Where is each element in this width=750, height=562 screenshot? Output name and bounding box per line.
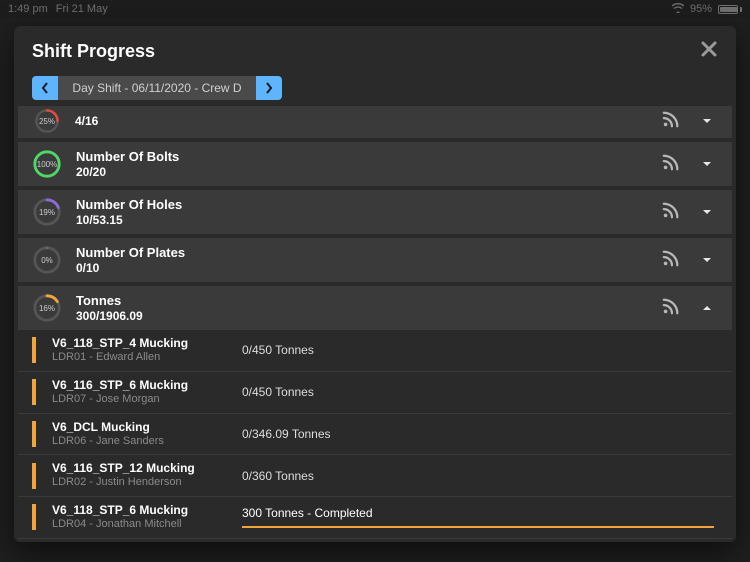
progress-ring: 16%: [32, 293, 62, 323]
task-operator: LDR01 - Edward Allen: [52, 351, 242, 365]
battery-pct: 95%: [690, 3, 712, 15]
close-button[interactable]: [700, 40, 718, 62]
task-title: V6_116_STP_6 Mucking: [52, 378, 242, 393]
progress-ring: 100%: [32, 149, 62, 179]
metric-title: Tonnes: [76, 293, 662, 309]
metric-value: 20/20: [76, 165, 662, 179]
task-status-bar: [32, 379, 36, 405]
page-title: Shift Progress: [32, 41, 155, 62]
battery-fill: [720, 7, 737, 12]
task-title: V6_DCL Mucking: [52, 420, 242, 435]
task-value: 0/450 Tonnes: [242, 343, 714, 357]
task-operator: LDR04 - Jonathan Mitchell: [52, 518, 242, 532]
metric-row-m0[interactable]: 25% 4/16: [18, 106, 732, 138]
metric-value: 10/53.15: [76, 213, 662, 227]
metric-value: 0/10: [76, 261, 662, 275]
status-bar: 1:49 pm Fri 21 May 95%: [0, 0, 750, 18]
expand-button[interactable]: [700, 114, 714, 128]
metrics-list: 25% 4/16 100% Number Of Bolts 20/20: [14, 106, 736, 542]
metric-value: 300/1906.09: [76, 309, 662, 323]
tasks-list: V6_118_STP_4 Mucking LDR01 - Edward Alle…: [18, 330, 732, 539]
task-row[interactable]: V6_DCL Mucking LDR06 - Jane Sanders 0/34…: [18, 414, 732, 456]
metric-title: Number Of Holes: [76, 197, 662, 213]
expand-button[interactable]: [700, 157, 714, 171]
next-shift-button[interactable]: [256, 76, 282, 100]
task-progress-bar: [242, 526, 714, 528]
prev-shift-button[interactable]: [32, 76, 58, 100]
progress-pct: 25%: [34, 108, 60, 134]
task-operator: LDR02 - Justin Henderson: [52, 476, 242, 490]
task-title: V6_116_STP_12 Mucking: [52, 461, 242, 476]
task-value: 0/360 Tonnes: [242, 469, 714, 483]
task-value: 0/346.09 Tonnes: [242, 427, 714, 441]
metric-value: 4/16: [75, 114, 662, 128]
task-title: V6_118_STP_4 Mucking: [52, 336, 242, 351]
task-operator: LDR06 - Jane Sanders: [52, 435, 242, 449]
task-status-bar: [32, 463, 36, 489]
expand-button[interactable]: [700, 253, 714, 267]
metric-title: Number Of Plates: [76, 245, 662, 261]
progress-pct: 0%: [32, 245, 62, 275]
progress-pct: 100%: [32, 149, 62, 179]
shift-selector: Day Shift - 06/11/2020 - Crew D: [32, 76, 282, 100]
task-status-bar: [32, 504, 36, 530]
task-value: 0/450 Tonnes: [242, 385, 714, 399]
task-title: V6_118_STP_6 Mucking: [52, 503, 242, 518]
progress-ring: 0%: [32, 245, 62, 275]
task-row[interactable]: V6_116_STP_12 Mucking LDR02 - Justin Hen…: [18, 455, 732, 497]
battery-icon: [718, 5, 742, 14]
broadcast-icon[interactable]: [662, 249, 680, 272]
collapse-button[interactable]: [700, 301, 714, 315]
status-date: Fri 21 May: [56, 3, 108, 15]
wifi-icon: [672, 3, 684, 16]
status-time: 1:49 pm: [8, 3, 48, 15]
metric-title: Number Of Bolts: [76, 149, 662, 165]
progress-ring: 25%: [34, 108, 60, 134]
task-value: 300 Tonnes - Completed: [242, 506, 714, 520]
task-status-bar: [32, 337, 36, 363]
expand-button[interactable]: [700, 205, 714, 219]
progress-pct: 19%: [32, 197, 62, 227]
progress-ring: 19%: [32, 197, 62, 227]
broadcast-icon[interactable]: [662, 153, 680, 176]
broadcast-icon[interactable]: [662, 110, 680, 133]
task-row[interactable]: V6_118_STP_6 Mucking LDR04 - Jonathan Mi…: [18, 497, 732, 539]
metric-row-m4[interactable]: 16% Tonnes 300/1906.09: [18, 286, 732, 330]
metric-row-m1[interactable]: 100% Number Of Bolts 20/20: [18, 142, 732, 186]
broadcast-icon[interactable]: [662, 297, 680, 320]
shift-progress-modal: Shift Progress Day Shift - 06/11/2020 - …: [14, 26, 736, 542]
metric-row-m2[interactable]: 19% Number Of Holes 10/53.15: [18, 190, 732, 234]
task-row[interactable]: V6_118_STP_4 Mucking LDR01 - Edward Alle…: [18, 330, 732, 372]
task-row[interactable]: V6_116_STP_6 Mucking LDR07 - Jose Morgan…: [18, 372, 732, 414]
task-operator: LDR07 - Jose Morgan: [52, 393, 242, 407]
progress-pct: 16%: [32, 293, 62, 323]
metric-row-m3[interactable]: 0% Number Of Plates 0/10: [18, 238, 732, 282]
shift-label[interactable]: Day Shift - 06/11/2020 - Crew D: [58, 76, 256, 100]
task-status-bar: [32, 421, 36, 447]
broadcast-icon[interactable]: [662, 201, 680, 224]
